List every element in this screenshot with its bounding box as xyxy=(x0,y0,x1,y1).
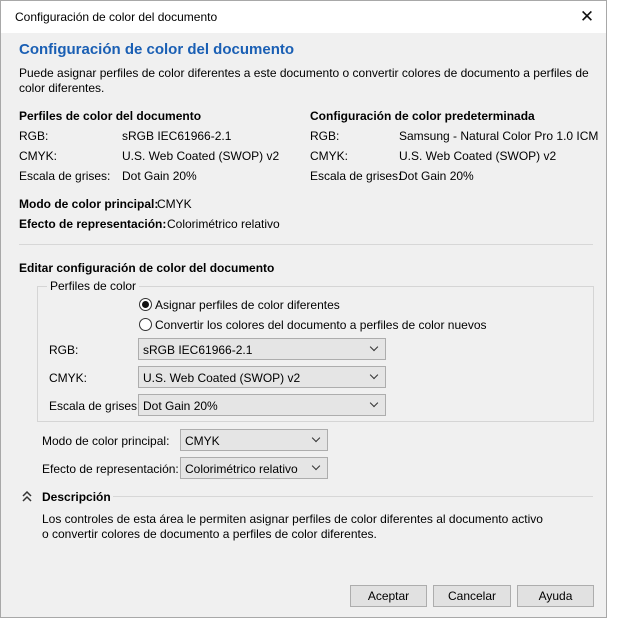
edit-rendering-intent-label: Efecto de representación: xyxy=(42,462,179,476)
primary-mode-label: Modo de color principal: xyxy=(19,197,159,211)
rendering-intent-label: Efecto de representación: xyxy=(19,217,167,231)
default-gray-value: Dot Gain 20% xyxy=(399,169,474,183)
description-divider xyxy=(113,496,593,497)
cancel-button[interactable]: Cancelar xyxy=(433,585,511,607)
primary-mode-select[interactable]: CMYK xyxy=(180,429,328,451)
rendering-intent-select[interactable]: Colorimétrico relativo xyxy=(180,457,328,479)
cmyk-profile-select[interactable]: U.S. Web Coated (SWOP) v2 xyxy=(138,366,386,388)
document-profiles-heading: Perfiles de color del documento xyxy=(19,109,202,123)
edit-rgb-label: RGB: xyxy=(49,343,79,357)
page-title: Configuración de color del documento xyxy=(19,41,295,58)
default-cmyk-label: CMYK: xyxy=(310,149,349,163)
doc-rgb-label: RGB: xyxy=(19,129,49,143)
chevron-down-icon xyxy=(365,367,385,387)
close-icon[interactable]: ✕ xyxy=(576,6,598,28)
color-profiles-group-label: Perfiles de color xyxy=(47,279,140,293)
chevron-up-double-icon[interactable] xyxy=(21,489,33,503)
chevron-down-icon xyxy=(365,339,385,359)
assign-profiles-radio[interactable] xyxy=(139,298,152,311)
default-cmyk-value: U.S. Web Coated (SWOP) v2 xyxy=(399,149,557,163)
rendering-intent-value: Colorimétrico relativo xyxy=(167,217,280,231)
divider xyxy=(19,244,593,245)
cmyk-profile-value: U.S. Web Coated (SWOP) v2 xyxy=(143,371,301,385)
doc-gray-label: Escala de grises: xyxy=(19,169,111,183)
description-line-2: o convertir colores de documento a perfi… xyxy=(42,527,377,541)
convert-colors-radio[interactable] xyxy=(139,318,152,331)
chevron-down-icon xyxy=(365,395,385,415)
doc-cmyk-label: CMYK: xyxy=(19,149,58,163)
primary-mode-select-value: CMYK xyxy=(185,434,220,448)
doc-gray-value: Dot Gain 20% xyxy=(122,169,197,183)
description-line-1: Los controles de esta área le permiten a… xyxy=(42,512,543,526)
default-gray-label: Escala de grises: xyxy=(310,169,402,183)
description-heading: Descripción xyxy=(42,490,111,504)
default-rgb-value: Samsung - Natural Color Pro 1.0 ICM xyxy=(399,129,599,143)
doc-cmyk-value: U.S. Web Coated (SWOP) v2 xyxy=(122,149,280,163)
rendering-intent-select-value: Colorimétrico relativo xyxy=(185,462,298,476)
primary-mode-value: CMYK xyxy=(157,197,192,211)
intro-text: Puede asignar perfiles de color diferent… xyxy=(19,66,589,95)
convert-colors-label[interactable]: Convertir los colores del documento a pe… xyxy=(155,318,487,332)
doc-rgb-value: sRGB IEC61966-2.1 xyxy=(122,129,232,143)
accept-button[interactable]: Aceptar xyxy=(350,585,427,607)
assign-profiles-label[interactable]: Asignar perfiles de color diferentes xyxy=(155,298,340,312)
rgb-profile-select[interactable]: sRGB IEC61966-2.1 xyxy=(138,338,386,360)
edit-cmyk-label: CMYK: xyxy=(49,371,88,385)
gray-profile-select[interactable]: Dot Gain 20% xyxy=(138,394,386,416)
title-bar[interactable]: Configuración de color del documento ✕ xyxy=(1,1,606,33)
edit-primary-mode-label: Modo de color principal: xyxy=(42,434,170,448)
help-button[interactable]: Ayuda xyxy=(517,585,594,607)
chevron-down-icon xyxy=(307,458,327,478)
window-title: Configuración de color del documento xyxy=(15,10,218,24)
dialog-window: Configuración de color del documento ✕ C… xyxy=(0,0,607,618)
edit-heading: Editar configuración de color del docume… xyxy=(19,261,275,275)
rgb-profile-value: sRGB IEC61966-2.1 xyxy=(143,343,253,357)
edit-gray-label: Escala de grises: xyxy=(49,399,141,413)
default-rgb-label: RGB: xyxy=(310,129,340,143)
default-settings-heading: Configuración de color predeterminada xyxy=(310,109,535,123)
gray-profile-value: Dot Gain 20% xyxy=(143,399,218,413)
chevron-down-icon xyxy=(307,430,327,450)
